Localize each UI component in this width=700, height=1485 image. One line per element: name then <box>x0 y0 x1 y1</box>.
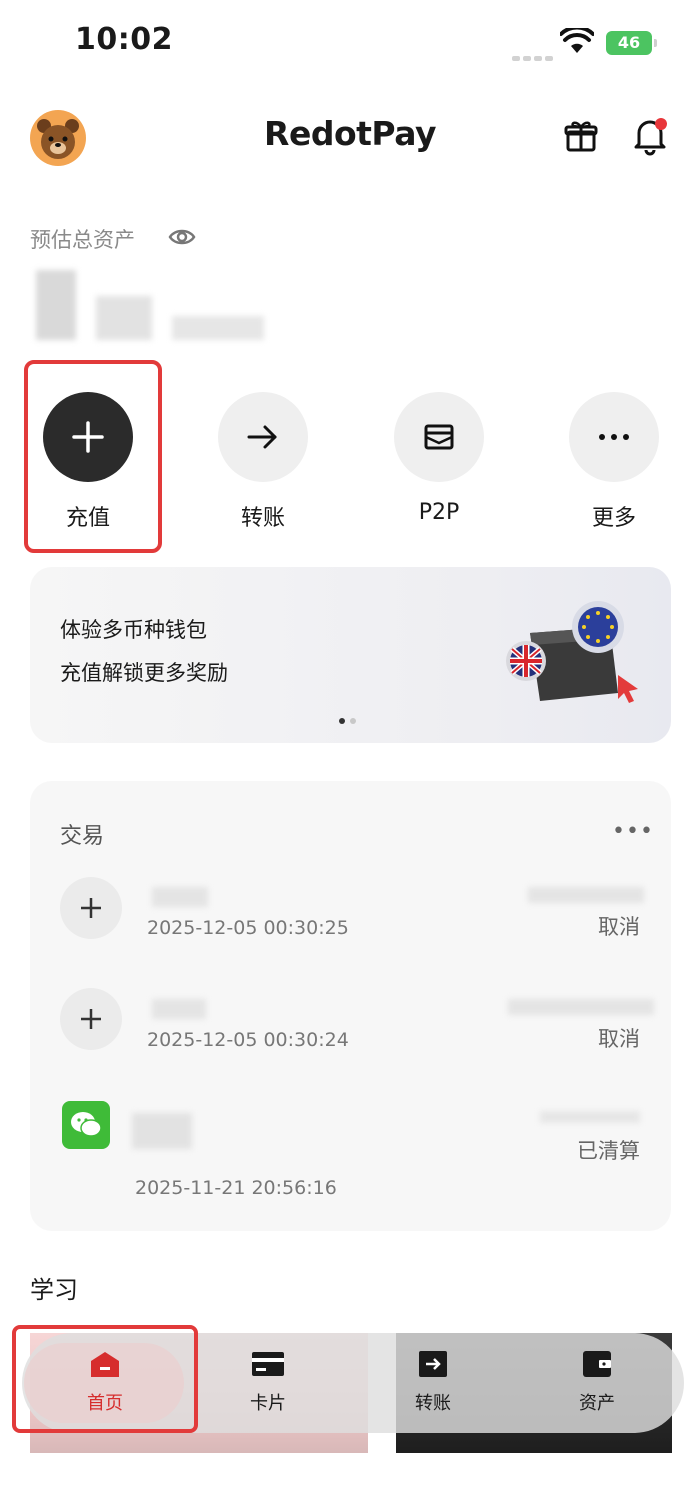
deposit-highlight-box <box>24 360 162 553</box>
plus-icon <box>60 877 122 939</box>
transaction-amount-redacted <box>528 887 644 903</box>
transaction-name-redacted <box>152 999 206 1019</box>
transactions-title: 交易 <box>60 824 105 849</box>
promo-subtitle: 充值解锁更多奖励 <box>60 661 228 685</box>
transaction-date: 2025-12-05 00:30:25 <box>147 917 349 939</box>
tab-card[interactable]: 卡片 <box>213 1349 323 1415</box>
status-time: 10:02 <box>75 22 173 57</box>
assets-label: 预估总资产 <box>30 228 135 252</box>
eye-icon[interactable] <box>168 226 196 252</box>
p2p-label: P2P <box>418 500 460 525</box>
transaction-amount-redacted <box>540 1111 640 1123</box>
card-icon <box>250 1352 286 1383</box>
transaction-status: 取消 <box>598 915 640 939</box>
home-tab-highlight-box <box>12 1325 198 1433</box>
battery-indicator: 46 <box>606 31 657 55</box>
more-icon <box>569 392 659 482</box>
transfer-label: 转账 <box>240 506 285 531</box>
envelope-icon <box>394 392 484 482</box>
wallet-illustration <box>500 597 650 713</box>
transaction-date: 2025-12-05 00:30:24 <box>147 1029 349 1051</box>
wechat-icon <box>62 1101 110 1149</box>
learn-title: 学习 <box>30 1276 78 1304</box>
transaction-status: 取消 <box>598 1027 640 1051</box>
tab-transfer[interactable]: 转账 <box>378 1349 488 1415</box>
transaction-status: 已清算 <box>577 1139 640 1163</box>
transaction-amount-redacted <box>508 999 654 1015</box>
carousel-indicator <box>339 709 361 728</box>
more-label: 更多 <box>591 506 636 531</box>
tab-card-label: 卡片 <box>250 1393 286 1414</box>
p2p-action[interactable]: P2P <box>394 392 484 525</box>
bell-icon[interactable] <box>632 116 670 160</box>
more-action[interactable]: 更多 <box>569 392 659 532</box>
transfer-icon <box>417 1351 449 1383</box>
tab-transfer-label: 转账 <box>415 1393 451 1414</box>
status-bar: 10:02 46 <box>0 0 700 90</box>
promo-title: 体验多币种钱包 <box>60 618 207 642</box>
transaction-name-redacted <box>132 1113 192 1149</box>
transactions-card: 交易 ••• 2025-12-05 00:30:25 取消 2025-12-05… <box>30 781 671 1231</box>
plus-icon <box>60 988 122 1050</box>
transactions-more-icon[interactable]: ••• <box>612 819 654 844</box>
transfer-action[interactable]: 转账 <box>218 392 308 532</box>
tab-assets-label: 资产 <box>579 1393 615 1414</box>
wifi-icon <box>559 25 595 58</box>
tab-assets[interactable]: 资产 <box>542 1349 652 1415</box>
transaction-date: 2025-11-21 20:56:16 <box>135 1177 337 1199</box>
cellular-signal-icon <box>512 46 556 65</box>
promo-banner[interactable]: 体验多币种钱包 充值解锁更多奖励 <box>30 567 671 743</box>
gift-icon[interactable] <box>563 118 599 158</box>
arrow-right-icon <box>218 392 308 482</box>
wallet-icon <box>581 1351 613 1383</box>
transaction-name-redacted <box>152 887 208 907</box>
